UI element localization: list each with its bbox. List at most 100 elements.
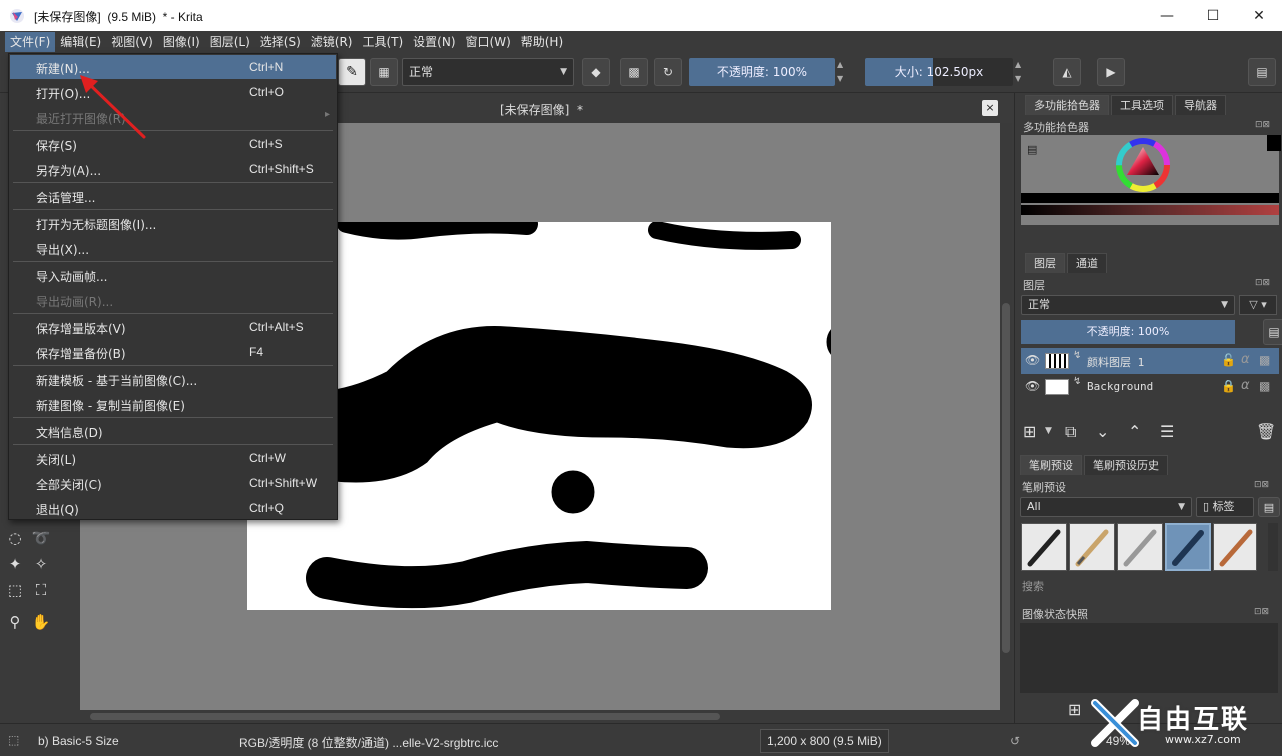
layer-row[interactable]: 👁 ↯ 颜料图层 1 🔓 α ▩	[1021, 348, 1279, 374]
reload-preset-button[interactable]: ↻	[654, 58, 682, 86]
magic-wand-tool-icon[interactable]: ✦	[4, 553, 26, 575]
menu-file[interactable]: 文件(F)	[5, 32, 56, 52]
file-menu-item[interactable]: 打开(O)... Ctrl+O	[10, 80, 336, 104]
blend-mode-select[interactable]: 正常 ▼	[402, 58, 574, 86]
similar-select-tool-icon[interactable]: ✧	[30, 553, 52, 575]
move-layer-up-icon[interactable]: ⌃	[1128, 422, 1141, 441]
float-close-icon[interactable]: ⊡⊠	[1254, 480, 1269, 490]
canvas-vertical-scrollbar[interactable]	[1000, 123, 1012, 710]
menu-settings[interactable]: 设置(N)	[408, 32, 460, 52]
brush-preset-tile[interactable]	[1021, 523, 1067, 571]
menu-tools[interactable]: 工具(T)	[357, 32, 408, 52]
file-menu-item[interactable]: 新建模板 - 基于当前图像(C)...	[10, 367, 336, 391]
scrollbar-thumb[interactable]	[90, 713, 720, 720]
toolbar-menu-button[interactable]: ▤	[1248, 58, 1276, 86]
alpha-lock-icon[interactable]: α	[1241, 378, 1250, 393]
chevron-down-icon[interactable]: ▼	[1045, 426, 1052, 436]
lasso-tool-icon[interactable]: ➰	[30, 527, 52, 549]
eraser-mode-button[interactable]: ◆	[582, 58, 610, 86]
document-tab-title[interactable]: [未保存图像] *	[500, 101, 583, 118]
file-menu-item[interactable]: 保存增量版本(V) Ctrl+Alt+S	[10, 315, 336, 339]
menu-help[interactable]: 帮助(H)	[516, 32, 568, 52]
alpha-lock-icon[interactable]: α	[1241, 352, 1250, 367]
menu-image[interactable]: 图像(I)	[158, 32, 205, 52]
close-window-button[interactable]: ✕	[1236, 0, 1282, 31]
close-document-icon[interactable]: ×	[982, 100, 998, 116]
zoom-tool-icon[interactable]: ⚲	[4, 611, 26, 633]
scrollbar-thumb[interactable]	[1002, 303, 1010, 653]
color-history-bar[interactable]	[1021, 193, 1279, 203]
maximize-button[interactable]: ☐	[1190, 0, 1236, 31]
eye-icon[interactable]: 👁	[1025, 379, 1041, 395]
file-menu-item[interactable]: 保存增量备份(B) F4	[10, 340, 336, 364]
size-slider[interactable]: 大小: 102.50px	[865, 58, 1013, 86]
brush-tag-select[interactable]: ▯ 标签	[1196, 497, 1254, 517]
mirror-horizontal-button[interactable]: ◭	[1053, 58, 1081, 86]
magnetic-select-tool-icon[interactable]: ⛶	[30, 579, 52, 601]
file-menu-item[interactable]: 新建(N)... Ctrl+N	[10, 55, 336, 79]
minimize-button[interactable]: —	[1144, 0, 1190, 31]
lock-icon[interactable]: 🔓	[1221, 353, 1236, 367]
inherit-alpha-icon[interactable]: ▩	[1259, 379, 1270, 393]
file-menu-item[interactable]: 保存(S) Ctrl+S	[10, 132, 336, 156]
mirror-vertical-button[interactable]: ▶	[1097, 58, 1125, 86]
file-menu-item[interactable]: 另存为(A)... Ctrl+Shift+S	[10, 157, 336, 181]
add-snapshot-icon[interactable]: ⊞	[1068, 700, 1081, 719]
menu-layer[interactable]: 图层(L)	[205, 32, 255, 52]
file-menu-item[interactable]: 新建图像 - 复制当前图像(E)	[10, 392, 336, 416]
layer-filter-button[interactable]: ▽ ▾	[1239, 295, 1277, 315]
rotate-icon[interactable]: ↺	[1010, 734, 1020, 748]
preserve-alpha-button[interactable]: ▩	[620, 58, 648, 86]
float-close-icon[interactable]: ⊡⊠	[1255, 278, 1270, 288]
file-menu-item[interactable]: 会话管理...	[10, 184, 336, 208]
menu-filter[interactable]: 滤镜(R)	[306, 32, 358, 52]
brush-preset-button[interactable]: ✎	[338, 58, 366, 86]
move-layer-down-icon[interactable]: ⌄	[1096, 422, 1109, 441]
snapshot-list[interactable]	[1020, 623, 1278, 693]
tab-layers[interactable]: 图层	[1025, 253, 1065, 273]
tab-navigator[interactable]: 导航器	[1175, 95, 1226, 115]
eye-icon[interactable]: 👁	[1025, 353, 1041, 369]
fill-pattern-button[interactable]: ▦	[370, 58, 398, 86]
file-menu-item[interactable]: 关闭(L) Ctrl+W	[10, 446, 336, 470]
file-menu-item[interactable]: 导入动画帧...	[10, 263, 336, 287]
bezier-select-tool-icon[interactable]: ⬚	[4, 579, 26, 601]
tab-color-selector[interactable]: 多功能拾色器	[1025, 95, 1109, 115]
layer-name[interactable]: 颜料图层 1	[1087, 354, 1144, 370]
add-layer-icon[interactable]: ⊞	[1023, 422, 1036, 441]
brush-view-options-button[interactable]: ▤	[1258, 497, 1280, 517]
brush-scrollbar[interactable]	[1268, 523, 1278, 571]
tab-brush-history[interactable]: 笔刷预设历史	[1084, 455, 1168, 475]
layer-blend-mode-select[interactable]: 正常 ▼	[1021, 295, 1235, 315]
duplicate-layer-icon[interactable]: ⧉	[1065, 422, 1076, 442]
freehand-select-tool-icon[interactable]: ◌	[4, 527, 26, 549]
float-close-icon[interactable]: ⊡⊠	[1255, 120, 1270, 130]
layer-properties-button[interactable]: ▤	[1263, 319, 1282, 345]
brush-search-input[interactable]: 搜索	[1022, 578, 1044, 594]
foreground-color-swatch[interactable]	[1267, 135, 1281, 151]
pan-tool-icon[interactable]: ✋	[30, 611, 52, 633]
file-menu-item[interactable]: 打开为无标题图像(I)...	[10, 211, 336, 235]
tab-tool-options[interactable]: 工具选项	[1111, 95, 1173, 115]
file-menu-item[interactable]: 最近打开图像(R) ▸	[10, 105, 336, 129]
layer-row[interactable]: 👁 ↯ Background 🔒 α ▩	[1021, 374, 1279, 400]
file-menu-item[interactable]: 退出(Q) Ctrl+Q	[10, 496, 336, 520]
tab-brush-presets[interactable]: 笔刷预设	[1020, 455, 1082, 475]
color-settings-icon[interactable]: ▤	[1027, 143, 1037, 156]
brush-preset-tile-selected[interactable]	[1165, 523, 1211, 571]
brush-filter-select[interactable]: All ▼	[1020, 497, 1192, 517]
menu-window[interactable]: 窗口(W)	[461, 32, 516, 52]
image-size-label[interactable]: 1,200 x 800 (9.5 MiB)	[760, 729, 889, 753]
opacity-slider[interactable]: 不透明度: 100%	[689, 58, 835, 86]
layer-settings-icon[interactable]: ☰	[1160, 422, 1174, 441]
size-spin[interactable]: ▲ ▼	[1015, 58, 1025, 86]
layer-opacity-slider[interactable]: 不透明度: 100%	[1021, 320, 1235, 344]
file-menu-item[interactable]: 全部关闭(C) Ctrl+Shift+W	[10, 471, 336, 495]
file-menu-item[interactable]: 导出动画(R)...	[10, 288, 336, 312]
color-gradient-bar[interactable]	[1021, 205, 1279, 215]
menu-select[interactable]: 选择(S)	[255, 32, 306, 52]
brush-preset-tile[interactable]	[1069, 523, 1115, 571]
layer-name[interactable]: Background	[1087, 380, 1153, 393]
menu-view[interactable]: 视图(V)	[106, 32, 158, 52]
opacity-spin[interactable]: ▲ ▼	[837, 58, 847, 86]
